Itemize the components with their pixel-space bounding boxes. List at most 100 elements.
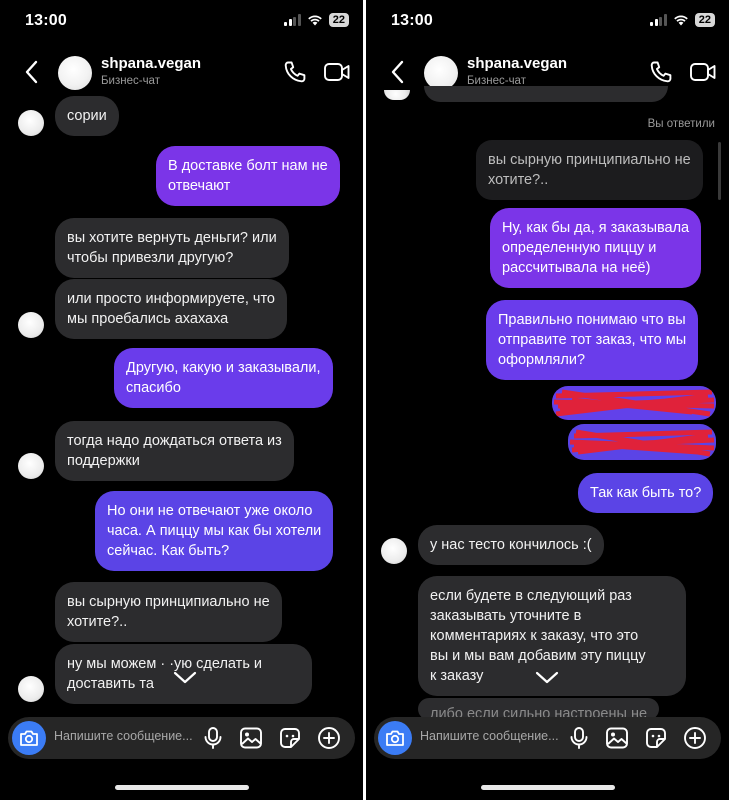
phone-screen-right: 13:00 22 shpana.vegan Бизнес-чат Вы отве…	[366, 0, 729, 800]
back-arrow-icon[interactable]	[22, 58, 42, 86]
message-text: или просто информируете, что	[67, 291, 275, 307]
microphone-icon[interactable]	[200, 725, 226, 751]
video-call-icon[interactable]	[689, 59, 717, 85]
message-text: вы хотите вернуть деньги? или	[67, 230, 277, 246]
incoming-message: вы хотите вернуть деньги? или чтобы приве…	[55, 218, 289, 278]
scroll-down-chevron-icon[interactable]	[534, 670, 560, 686]
message-text: сории	[67, 108, 107, 124]
message-text: В доставке болт нам не	[168, 158, 328, 174]
reply-quote-bar	[718, 142, 721, 200]
message-text: Правильно понимаю что вы	[498, 312, 686, 328]
message-text: вы сырную принципиально не	[67, 594, 270, 610]
sender-avatar	[18, 676, 44, 702]
gallery-icon[interactable]	[238, 725, 264, 751]
outgoing-message: Другую, какую и заказывали, спасибо	[114, 348, 333, 408]
camera-button[interactable]	[378, 721, 412, 755]
outgoing-message: Но они не отвечают уже около часа. А пицц…	[95, 491, 334, 571]
phone-call-icon[interactable]	[648, 59, 674, 85]
scroll-down-chevron-icon[interactable]	[172, 670, 198, 686]
message-text: Ну, как бы да, я заказывала	[502, 220, 690, 236]
video-call-icon[interactable]	[323, 59, 351, 85]
message-text: вы и мы вам добавим эту пиццу	[430, 648, 646, 664]
sender-avatar	[18, 312, 44, 338]
message-input[interactable]: Напишите сообщение...	[420, 729, 559, 743]
message-text: заказывать уточните в	[430, 608, 582, 624]
camera-button[interactable]	[12, 721, 46, 755]
camera-icon	[20, 730, 38, 746]
contact-name[interactable]: shpana.vegan	[101, 55, 201, 72]
phone-call-icon[interactable]	[282, 59, 308, 85]
message-text: отправите тот заказ, что мы	[498, 332, 687, 348]
redacted-message	[552, 386, 716, 420]
home-indicator	[114, 785, 249, 790]
message-input[interactable]: Напишите сообщение...	[54, 729, 193, 743]
incoming-message: или просто информируете, что мы проебалис…	[55, 279, 287, 339]
sender-avatar	[18, 453, 44, 479]
home-indicator	[480, 785, 615, 790]
message-text: у нас тесто кончилось :(	[430, 537, 592, 553]
sticker-icon[interactable]	[277, 725, 303, 751]
redaction-scribble	[569, 429, 715, 457]
message-text: отвечают	[168, 178, 231, 194]
message-text: тогда надо дождаться ответа из	[67, 433, 282, 449]
message-text: рассчитывала на неё)	[502, 260, 651, 276]
quoted-message[interactable]: вы сырную принципиально не хотите?..	[476, 140, 703, 200]
incoming-message: у нас тесто кончилось :(	[418, 525, 604, 565]
gallery-icon[interactable]	[604, 725, 630, 751]
outgoing-message: Так как быть то?	[578, 473, 714, 513]
sticker-icon[interactable]	[643, 725, 669, 751]
phone-screen-left: 13:00 22 shpana.vegan Бизнес-чат сории В…	[0, 0, 363, 800]
message-text: хотите?..	[488, 172, 549, 188]
sender-avatar	[381, 538, 407, 564]
incoming-message: вы сырную принципиально не хотите?..	[55, 582, 282, 642]
add-plus-icon[interactable]	[682, 725, 708, 751]
contact-name[interactable]: shpana.vegan	[467, 55, 567, 72]
message-composer: Напишите сообщение...	[374, 717, 721, 759]
message-text: сейчас. Как быть?	[107, 543, 230, 559]
message-text: Другую, какую и заказывали,	[126, 360, 321, 376]
add-plus-icon[interactable]	[316, 725, 342, 751]
status-bar: 13:00 22	[0, 0, 363, 44]
battery-indicator: 22	[694, 13, 715, 27]
status-time: 13:00	[391, 12, 433, 29]
message-text: поддержки	[67, 453, 140, 469]
status-icons: 22	[650, 13, 715, 27]
back-arrow-icon[interactable]	[388, 58, 408, 86]
signal-icon	[650, 14, 667, 26]
message-text: оформляли?	[498, 352, 586, 368]
message-text: вы сырную принципиально не	[488, 152, 691, 168]
message-text: чтобы привезли другую?	[67, 250, 234, 266]
sender-avatar	[18, 110, 44, 136]
message-text: к заказу	[430, 668, 484, 684]
partial-message-bubble	[424, 86, 668, 102]
message-text: комментариях к заказу, что это	[430, 628, 639, 644]
message-composer: Напишите сообщение...	[8, 717, 355, 759]
contact-avatar[interactable]	[58, 56, 92, 90]
outgoing-message: Правильно понимаю что вы отправите тот за…	[486, 300, 699, 380]
camera-icon	[386, 730, 404, 746]
incoming-message: сории	[55, 96, 119, 136]
message-text: спасибо	[126, 380, 181, 396]
microphone-icon[interactable]	[566, 725, 592, 751]
battery-indicator: 22	[328, 13, 349, 27]
message-text: хотите?..	[67, 614, 128, 630]
signal-icon	[284, 14, 301, 26]
contact-avatar[interactable]	[424, 56, 458, 90]
message-text: определенную пиццу и	[502, 240, 657, 256]
contact-subtitle: Бизнес-чат	[101, 75, 160, 87]
redaction-scribble	[553, 389, 715, 417]
status-icons: 22	[284, 13, 349, 27]
status-time: 13:00	[25, 12, 67, 29]
wifi-icon	[307, 15, 322, 26]
chat-header: shpana.vegan Бизнес-чат	[0, 44, 363, 100]
wifi-icon	[673, 15, 688, 26]
redacted-message	[568, 424, 716, 460]
outgoing-message: Ну, как бы да, я заказывала определенную …	[490, 208, 702, 288]
incoming-message: тогда надо дождаться ответа из поддержки	[55, 421, 294, 481]
message-text: Но они не отвечают уже около	[107, 503, 313, 519]
message-text: если будете в следующий раз	[430, 588, 632, 604]
status-bar: 13:00 22	[366, 0, 729, 44]
message-text: доставить та	[67, 676, 154, 692]
outgoing-message: В доставке болт нам не отвечают	[156, 146, 340, 206]
message-text: Так как быть то?	[590, 485, 702, 501]
